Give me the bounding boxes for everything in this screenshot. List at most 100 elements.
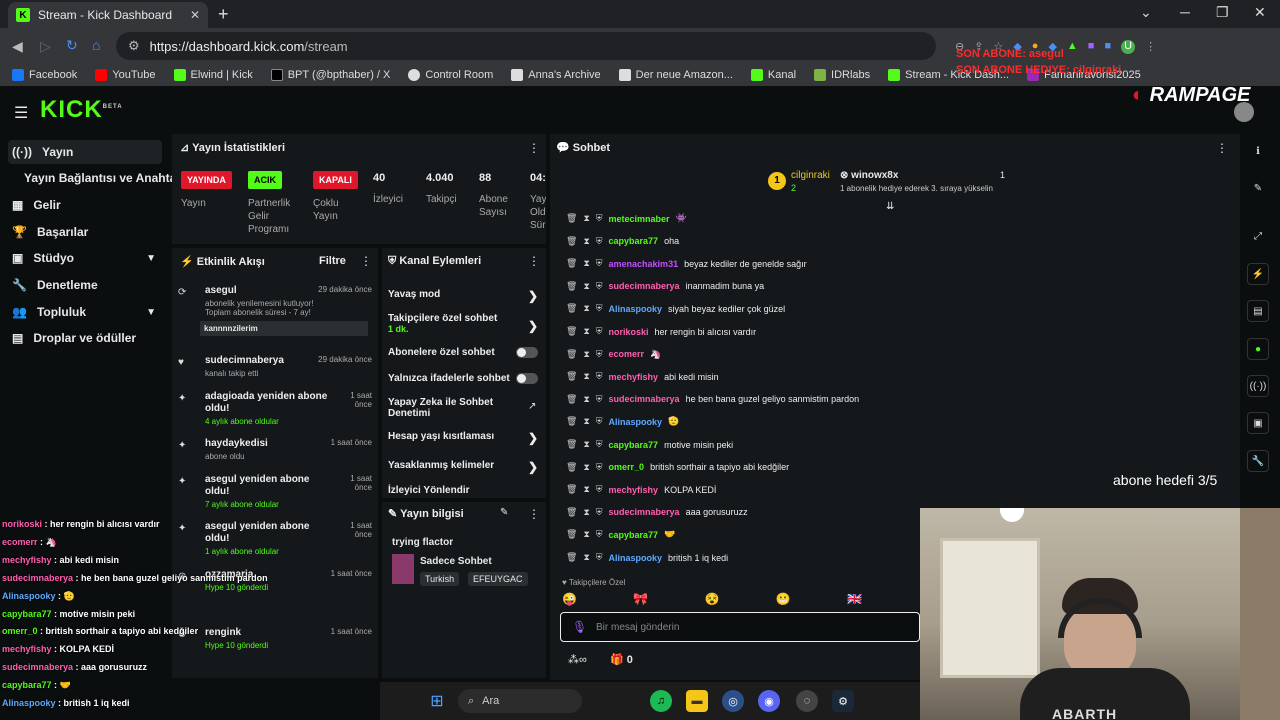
chat-username[interactable]: omerr_0	[609, 462, 645, 472]
sidebar-item-studyo[interactable]: ▣ Stüdyo ▼	[8, 246, 162, 270]
chat-input[interactable]: Bir mesaj gönderin	[596, 622, 679, 633]
banned-words-item[interactable]: Yasaklanmış kelimeler ❯	[388, 460, 538, 474]
delete-message-icon[interactable]: 🗑	[566, 236, 577, 247]
timeout-icon[interactable]: ⧗	[583, 484, 589, 495]
ban-icon[interactable]: ⛨	[596, 529, 603, 540]
extension-5-icon[interactable]: ■	[1088, 40, 1095, 54]
bookmark-item[interactable]: BPT (@bpthaber) / X	[270, 69, 390, 81]
delete-message-icon[interactable]: 🗑	[566, 371, 577, 382]
chat-username[interactable]: sudecimnaberya	[609, 281, 680, 291]
forward-icon[interactable]: ▷	[40, 38, 51, 55]
sidebar-item-basarilar[interactable]: 🏆 Başarılar	[8, 220, 162, 244]
stream-info-menu-icon[interactable]: ⋮	[528, 507, 540, 521]
url-field[interactable]: ⚙ https://dashboard.kick.com/stream	[116, 32, 936, 60]
host-viewers-item[interactable]: İzleyici Yönlendir	[388, 485, 538, 496]
timeout-icon[interactable]: ⧗	[583, 236, 589, 247]
ban-icon[interactable]: ⛨	[596, 462, 603, 473]
edit-icon[interactable]: ✎	[500, 507, 508, 518]
ban-icon[interactable]: ⛨	[596, 349, 603, 360]
gift-counter[interactable]: 🎁 0	[610, 653, 633, 666]
delete-message-icon[interactable]: 🗑	[566, 439, 577, 450]
windows-start-icon[interactable]: ⊞	[426, 690, 448, 712]
delete-message-icon[interactable]: 🗑	[566, 303, 577, 314]
subs-only-item[interactable]: Abonelere özel sohbet	[388, 347, 538, 358]
microphone-icon[interactable]: 🎙	[572, 620, 587, 634]
sidebar-item-droplar[interactable]: ▤ Droplar ve ödüller	[8, 326, 162, 350]
reload-icon[interactable]: ↻	[66, 37, 78, 54]
timeout-icon[interactable]: ⧗	[583, 349, 589, 360]
chat-username[interactable]: mechyfishy	[609, 372, 659, 382]
scroll-to-latest-icon[interactable]: ⇊	[886, 201, 894, 212]
sidebar-item-gelir[interactable]: ▦ Gelir	[8, 193, 162, 217]
kick-logo[interactable]: KICKBETA	[40, 96, 123, 124]
minimize-icon[interactable]: ─	[1180, 4, 1190, 20]
infinity-icon[interactable]: ⁂∞	[568, 653, 587, 666]
ban-icon[interactable]: ⛨	[596, 281, 603, 292]
followers-only-item[interactable]: Takipçilere özel sohbet 1 dk. ❯	[388, 313, 538, 334]
chat-username[interactable]: Alinaspooky	[609, 553, 663, 563]
bookmark-item[interactable]: YouTube	[95, 69, 156, 81]
extension-4-icon[interactable]: ▲	[1067, 40, 1078, 54]
activity-filter-button[interactable]: Filtre	[319, 255, 346, 267]
timeout-icon[interactable]: ⧗	[583, 439, 589, 450]
emotes-only-toggle[interactable]	[516, 373, 538, 384]
chat-username[interactable]: ecomerr	[609, 349, 645, 359]
channel-actions-menu-icon[interactable]: ⋮	[528, 254, 540, 268]
timeout-icon[interactable]: ⧗	[583, 416, 589, 427]
profile-avatar[interactable]: U	[1121, 40, 1136, 54]
slow-mode-item[interactable]: Yavaş mod ❯	[388, 289, 538, 303]
emote-icon[interactable]: 🎀	[633, 592, 648, 606]
delete-message-icon[interactable]: 🗑	[566, 552, 577, 563]
browser-tab[interactable]: K Stream - Kick Dashboard ✕	[8, 2, 208, 28]
delete-message-icon[interactable]: 🗑	[566, 484, 577, 495]
chat-bubble-icon[interactable]: ●	[1247, 338, 1269, 360]
timeout-icon[interactable]: ⧗	[583, 326, 589, 337]
browser-menu-icon[interactable]: ⋮	[1145, 40, 1156, 54]
site-info-icon[interactable]: ⚙	[128, 38, 140, 54]
delete-message-icon[interactable]: 🗑	[566, 507, 577, 518]
pencil-icon[interactable]: ✎	[1247, 177, 1269, 199]
chat-username[interactable]: amenachakim31	[609, 259, 679, 269]
layout-icon[interactable]: ▣	[1247, 412, 1269, 434]
user-avatar[interactable]	[1234, 102, 1254, 122]
bookmark-item[interactable]: IDRlabs	[814, 69, 870, 81]
bookmark-item[interactable]: Facebook	[12, 69, 77, 81]
bookmark-item[interactable]: Control Room	[408, 69, 493, 81]
delete-message-icon[interactable]: 🗑	[566, 394, 577, 405]
emote-icon[interactable]: 😵	[705, 592, 720, 606]
chat-username[interactable]: norikoski	[609, 327, 649, 337]
chat-username[interactable]: mechyfishy	[609, 485, 659, 495]
account-age-item[interactable]: Hesap yaşı kısıtlaması ❯	[388, 431, 538, 445]
wrench-icon[interactable]: 🔧	[1247, 450, 1269, 472]
sidebar-item-topluluk[interactable]: 👥 Topluluk ▼	[8, 300, 162, 324]
ban-icon[interactable]: ⛨	[596, 484, 603, 495]
bookmark-item[interactable]: Elwind | Kick	[173, 69, 253, 81]
sidebar-item-denetleme[interactable]: 🔧 Denetleme	[8, 273, 162, 297]
home-icon[interactable]: ⌂	[92, 37, 100, 53]
steam-icon[interactable]: ⚙	[832, 690, 854, 712]
hamburger-menu-icon[interactable]: ☰	[14, 103, 28, 123]
ban-icon[interactable]: ⛨	[596, 213, 603, 224]
chat-username[interactable]: metecimnaber	[609, 214, 670, 224]
timeout-icon[interactable]: ⧗	[583, 529, 589, 540]
ban-icon[interactable]: ⛨	[596, 439, 603, 450]
chat-username[interactable]: capybara77	[609, 236, 659, 246]
bookmark-item[interactable]: Der neue Amazon...	[618, 69, 733, 81]
chat-menu-icon[interactable]: ⋮	[1216, 141, 1228, 155]
ban-icon[interactable]: ⛨	[596, 552, 603, 563]
close-tab-icon[interactable]: ✕	[190, 8, 200, 22]
new-tab-button[interactable]: +	[218, 4, 229, 25]
timeout-icon[interactable]: ⧗	[583, 303, 589, 314]
subs-only-toggle[interactable]	[516, 347, 538, 358]
ban-icon[interactable]: ⛨	[596, 258, 603, 269]
timeout-icon[interactable]: ⧗	[583, 371, 589, 382]
emote-icon[interactable]: 🇬🇧	[847, 592, 862, 606]
delete-message-icon[interactable]: 🗑	[566, 213, 577, 224]
ai-moderation-item[interactable]: Yapay Zeka ile Sohbet Denetimi	[388, 397, 498, 419]
timeout-icon[interactable]: ⧗	[583, 462, 589, 473]
timeout-icon[interactable]: ⧗	[583, 394, 589, 405]
external-link-icon[interactable]: ↗	[528, 401, 536, 412]
broadcast-icon[interactable]: ((·))	[1247, 375, 1269, 397]
delete-message-icon[interactable]: 🗑	[566, 462, 577, 473]
activity-menu-icon[interactable]: ⋮	[360, 254, 372, 268]
